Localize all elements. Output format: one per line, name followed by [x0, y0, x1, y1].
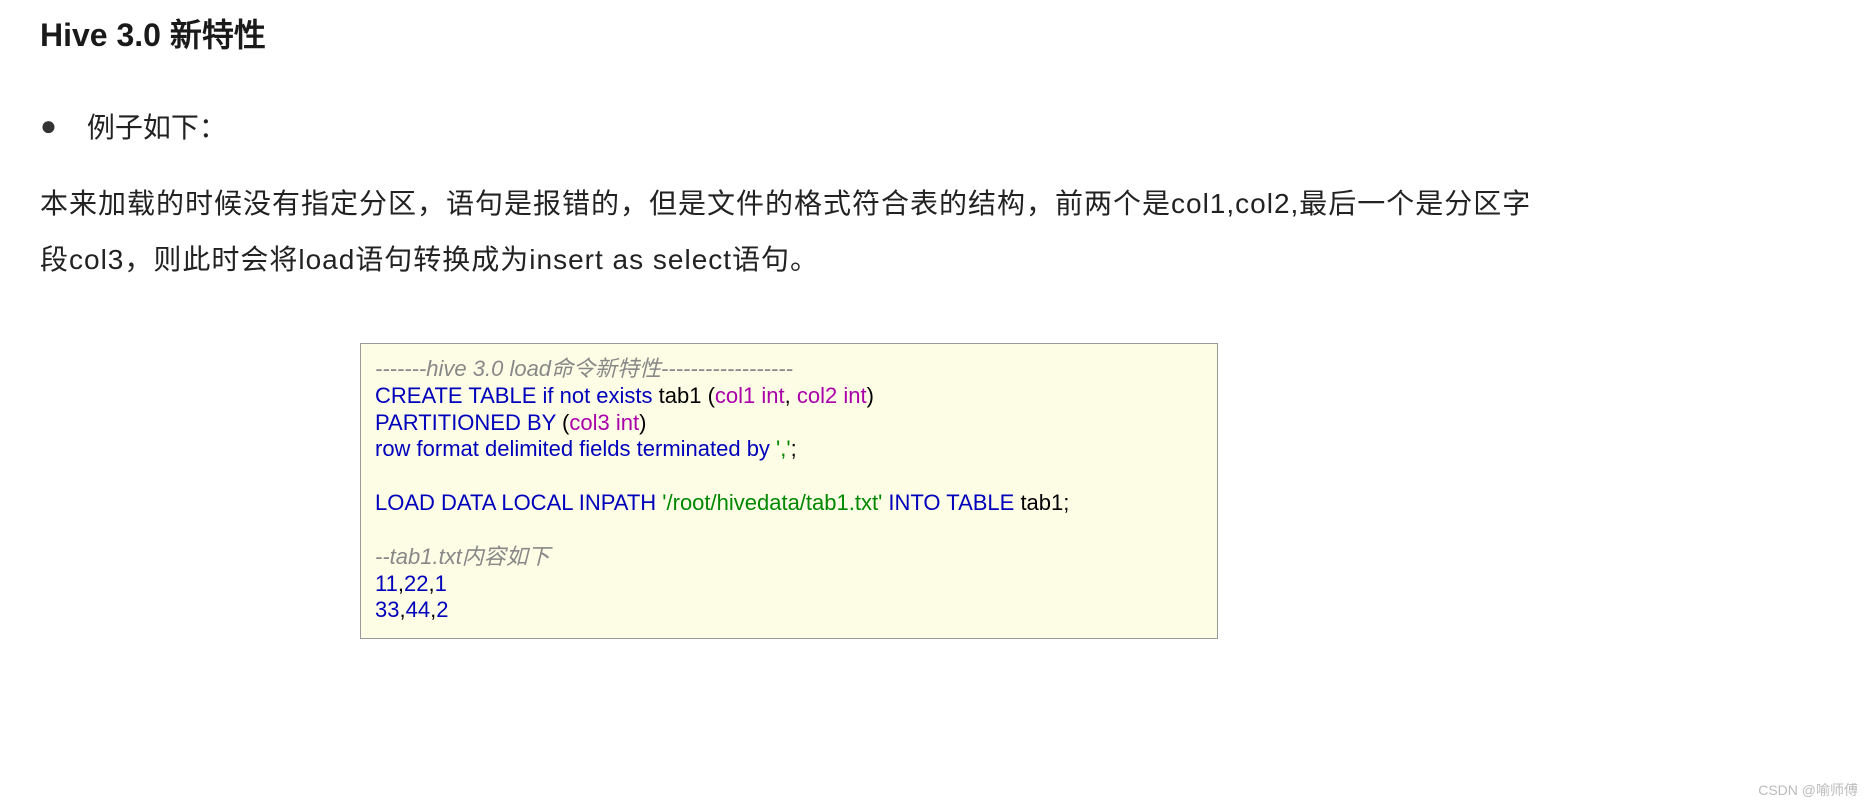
code-number: 2 [436, 597, 448, 622]
code-keyword: PARTITIONED BY [375, 410, 556, 435]
code-number: 33 [375, 597, 399, 622]
code-number: 1 [435, 571, 447, 596]
sql-code-block: -------hive 3.0 load命令新特性---------------… [360, 343, 1218, 639]
code-keyword: CREATE TABLE if not exists [375, 383, 653, 408]
code-text: tab1 ( [653, 383, 715, 408]
code-keyword: row format delimited fields terminated b… [375, 436, 770, 461]
code-text: ( [556, 410, 569, 435]
code-text: ) [639, 410, 646, 435]
page-title: Hive 3.0 新特性 [40, 10, 1832, 56]
code-number: 44 [406, 597, 430, 622]
code-keyword: LOAD DATA LOCAL INPATH [375, 490, 656, 515]
watermark-text: CSDN @喻师傅 [1758, 780, 1858, 800]
code-comment: --tab1.txt内容如下 [375, 544, 550, 569]
code-number: 11 [375, 571, 398, 596]
code-number: 22 [404, 571, 428, 596]
explanation-paragraph: 本来加载的时候没有指定分区，语句是报错的，但是文件的格式符合表的结构，前两个是c… [40, 176, 1560, 288]
code-keyword: INTO TABLE [882, 490, 1014, 515]
code-comment: -------hive 3.0 load命令新特性---------------… [375, 356, 793, 381]
bullet-text: 例子如下： [87, 106, 227, 146]
code-column: col1 int [715, 383, 785, 408]
code-column: col2 int [797, 383, 867, 408]
bullet-list-item: ● 例子如下： [40, 106, 1832, 146]
code-string: ',' [770, 436, 791, 461]
code-text: ; [791, 436, 797, 461]
code-column: col3 int [569, 410, 639, 435]
bullet-dot-icon: ● [40, 110, 57, 142]
code-string: '/root/hivedata/tab1.txt' [656, 490, 882, 515]
code-text: tab1; [1014, 490, 1069, 515]
code-text: ) [867, 383, 874, 408]
code-text: , [785, 383, 797, 408]
